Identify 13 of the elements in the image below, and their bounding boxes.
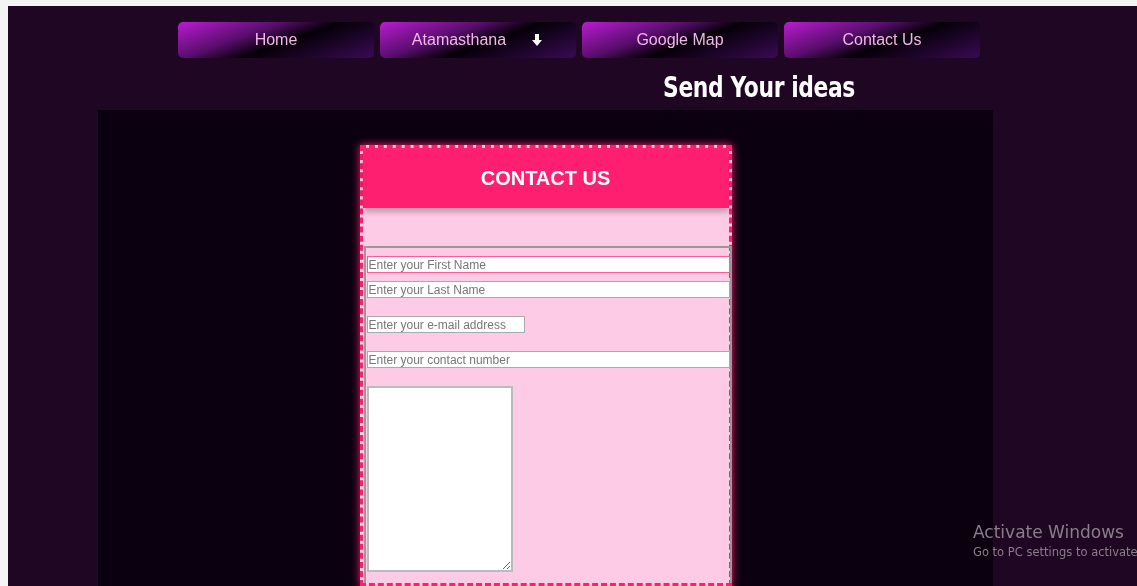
- input-field[interactable]: Enter your Last Name: [366, 281, 730, 298]
- input-field[interactable]: Enter your e-mail address: [366, 316, 525, 333]
- input-field[interactable]: Enter your contact number: [366, 351, 730, 368]
- message-field[interactable]: [366, 386, 513, 572]
- nav-button[interactable]: Atamasthana: [380, 22, 576, 58]
- nav-button[interactable]: Home: [178, 22, 374, 58]
- page-heading: Send Your ideas: [663, 70, 855, 106]
- nav-button[interactable]: Contact Us: [784, 22, 980, 58]
- activation-message: Go to PC settings to activate: [973, 545, 1137, 559]
- card-title: CONTACT US: [480, 166, 611, 190]
- nav-button[interactable]: Google Map: [582, 22, 778, 58]
- activation-title: Activate Windows: [973, 522, 1125, 542]
- input-field[interactable]: Enter your First Name: [366, 256, 730, 273]
